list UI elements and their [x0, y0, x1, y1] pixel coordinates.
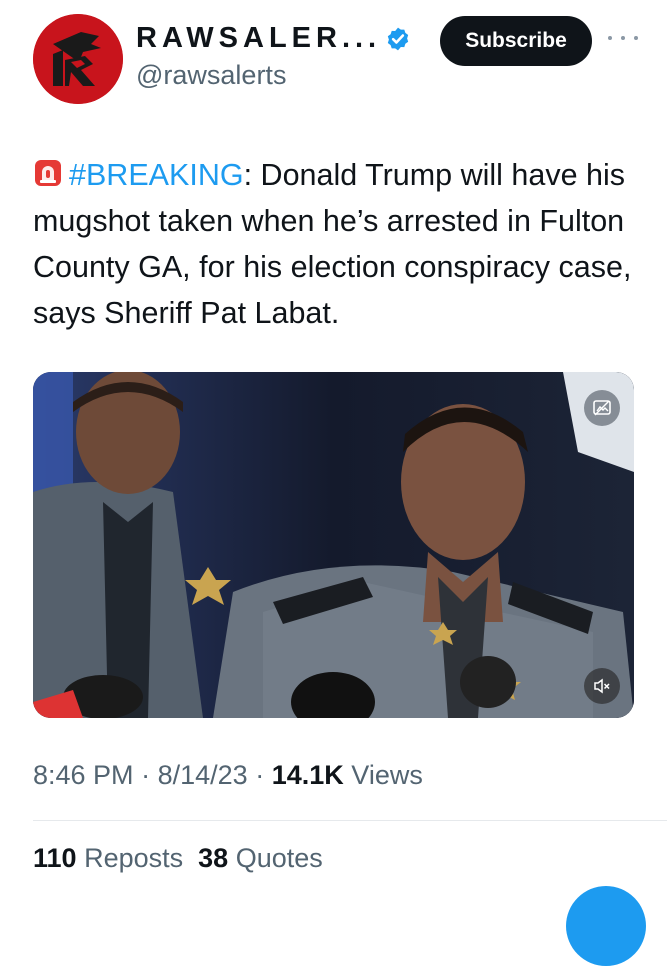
avatar[interactable] [33, 14, 123, 104]
compose-button[interactable] [566, 886, 646, 966]
quotes-link[interactable]: 38 Quotes [198, 843, 323, 873]
quotes-label: Quotes [235, 843, 323, 873]
mute-icon [594, 678, 610, 694]
tweet-time[interactable]: 8:46 PM [33, 760, 134, 790]
rawsalerts-logo-icon [33, 14, 123, 104]
video-frame [33, 372, 634, 718]
alt-text-button[interactable] [584, 390, 620, 426]
video-player[interactable] [33, 372, 634, 718]
divider [33, 820, 667, 821]
reposts-count: 110 [33, 843, 77, 873]
tweet-meta: 8:46 PM · 8/14/23 · 14.1K Views [33, 760, 423, 791]
tweet-header: RAWSALER... @rawsalerts Subscribe [0, 0, 667, 120]
meta-separator: · [255, 760, 265, 790]
reposts-link[interactable]: 110 Reposts [33, 843, 183, 873]
verified-badge-icon [387, 27, 409, 50]
tweet-text: #BREAKING: Donald Trump will have his mu… [33, 152, 653, 336]
tweet-date[interactable]: 8/14/23 [158, 760, 248, 790]
reposts-label: Reposts [84, 843, 184, 873]
user-handle[interactable]: @rawsalerts [136, 60, 286, 91]
alt-text-icon [593, 400, 611, 416]
display-name[interactable]: RAWSALER... [136, 22, 381, 55]
name-row: RAWSALER... [136, 22, 411, 55]
hashtag-link[interactable]: #BREAKING [69, 158, 244, 192]
mute-button[interactable] [584, 668, 620, 704]
meta-separator: · [141, 760, 151, 790]
quotes-count: 38 [198, 843, 229, 873]
more-options-icon[interactable] [608, 28, 638, 48]
views-count: 14.1K [271, 760, 344, 790]
subscribe-button[interactable]: Subscribe [440, 16, 592, 66]
views-label: Views [351, 760, 423, 790]
engagement-stats: 110 Reposts 38 Quotes [33, 843, 323, 874]
siren-emoji-icon [35, 160, 61, 186]
